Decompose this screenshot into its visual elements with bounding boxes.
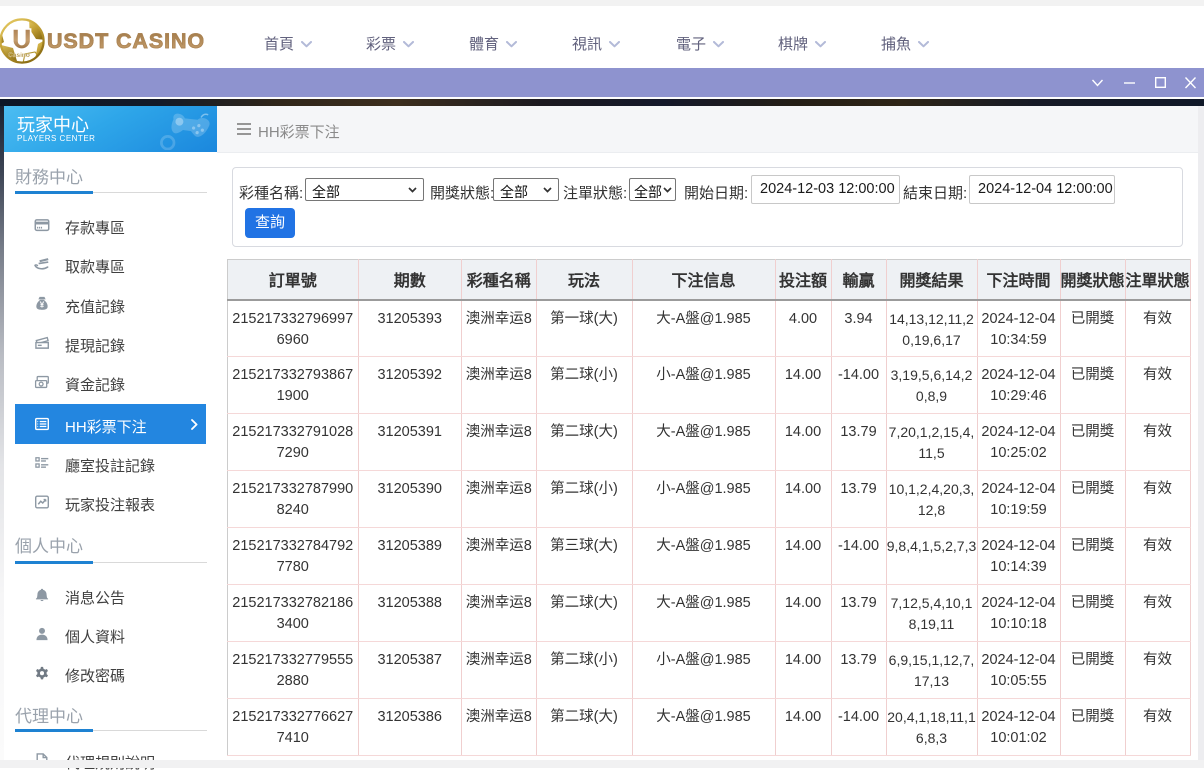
svg-text:Casino: Casino [8,52,30,59]
svg-text:¥: ¥ [40,301,45,310]
